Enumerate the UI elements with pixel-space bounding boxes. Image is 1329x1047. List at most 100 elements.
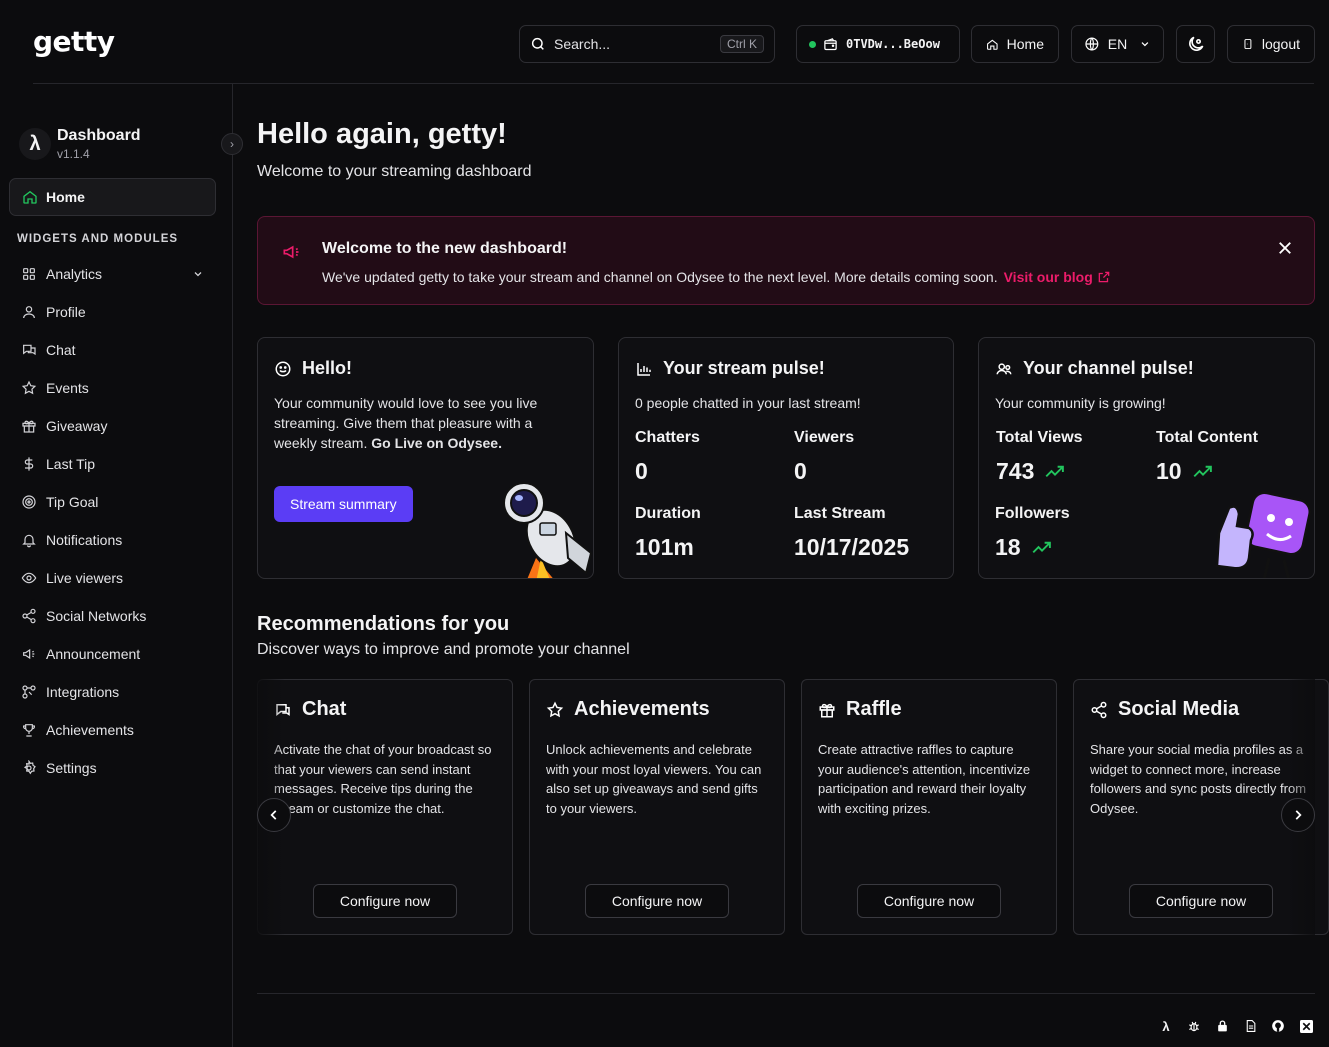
sidebar-item-home[interactable]: Home [9, 178, 216, 216]
carousel-next-button[interactable] [1281, 798, 1315, 832]
card-title: Raffle [846, 698, 902, 720]
search-button[interactable]: Search... Ctrl K [519, 25, 775, 63]
total-content-value: 10 [1156, 458, 1182, 484]
moon-sun-icon [1188, 36, 1203, 51]
card-description: Activate the chat of your broadcast so t… [274, 742, 492, 816]
sidebar-collapse-button[interactable]: › [221, 133, 243, 155]
blog-link[interactable]: Visit our blog [1004, 269, 1111, 285]
eye-icon [21, 572, 37, 584]
recommendation-card-achievements: Achievements Unlock achievements and cel… [529, 679, 785, 935]
viewers-label: Viewers [794, 429, 855, 446]
trend-up-icon [1045, 465, 1065, 477]
external-link-icon [1098, 271, 1109, 283]
stream-summary-button[interactable]: Stream summary [274, 486, 413, 522]
search-placeholder: Search... [554, 36, 611, 52]
duration-value: 101m [635, 534, 694, 560]
sidebar-brand: λ Dashboard v1.1.4 [19, 127, 141, 161]
gift-icon [22, 420, 36, 433]
sidebar-item-label: Chat [46, 342, 76, 358]
footer-divider [257, 993, 1315, 994]
github-icon[interactable] [1270, 1018, 1286, 1034]
sidebar: λ Dashboard v1.1.4 › Home WIDGETS AND MO… [0, 84, 243, 1047]
card-title: Social Media [1118, 698, 1240, 720]
configure-achievements-button[interactable]: Configure now [585, 884, 729, 918]
brand-title: Dashboard [57, 127, 141, 144]
sidebar-item-label: Integrations [46, 684, 120, 700]
sidebar-item-last-tip[interactable]: Last Tip [9, 445, 216, 483]
sidebar-item-profile[interactable]: Profile [9, 293, 216, 331]
configure-chat-button[interactable]: Configure now [313, 884, 457, 918]
sidebar-item-giveaway[interactable]: Giveaway [9, 407, 216, 445]
home-button[interactable]: Home [971, 25, 1059, 63]
wallet-button[interactable]: 0TVDw...BeOow [796, 25, 960, 63]
app-logo[interactable]: getty [33, 25, 115, 58]
card-title: Achievements [574, 698, 710, 720]
share-icon [1091, 701, 1107, 718]
configure-social-media-button[interactable]: Configure now [1129, 884, 1273, 918]
sidebar-item-social-networks[interactable]: Social Networks [9, 597, 216, 635]
stream-subtitle: 0 people chatted in your last stream! [635, 395, 861, 411]
chevron-left-icon [270, 810, 277, 820]
sidebar-item-live-viewers[interactable]: Live viewers [9, 559, 216, 597]
smile-icon [275, 361, 291, 376]
chevron-down-icon [1141, 42, 1149, 47]
sidebar-item-tip-goal[interactable]: Tip Goal [9, 483, 216, 521]
gift-icon [819, 703, 835, 717]
hello-card: Hello! Your community would love to see … [257, 337, 594, 579]
sidebar-item-settings[interactable]: Settings [9, 749, 216, 787]
recommendations-title: Recommendations for you [257, 613, 510, 635]
sidebar-item-label: Giveaway [46, 418, 108, 434]
chat-icon [23, 344, 36, 356]
lambda-icon[interactable]: λ [1158, 1018, 1174, 1034]
theme-toggle-button[interactable] [1176, 25, 1215, 63]
total-views-label: Total Views [996, 429, 1083, 446]
sidebar-item-analytics[interactable]: Analytics [9, 255, 216, 293]
logout-label: logout [1261, 36, 1300, 52]
total-content-label: Total Content [1156, 429, 1258, 446]
configure-raffle-button[interactable]: Configure now [857, 884, 1001, 918]
channel-pulse-card: Your channel pulse! Your community is gr… [978, 337, 1315, 579]
chatters-label: Chatters [635, 429, 700, 446]
grid-icon [23, 268, 35, 280]
bar-chart-icon [637, 362, 651, 376]
close-icon[interactable] [1276, 239, 1294, 257]
sidebar-item-events[interactable]: Events [9, 369, 216, 407]
sidebar-item-integrations[interactable]: Integrations [9, 673, 216, 711]
wallet-icon [824, 37, 837, 50]
hello-text: Your community would love to see you liv… [274, 395, 538, 451]
sidebar-item-chat[interactable]: Chat [9, 331, 216, 369]
globe-icon [1085, 37, 1099, 51]
sidebar-nav: Analytics Profile Chat Events Giveaway L… [9, 255, 216, 787]
sidebar-item-label: Social Networks [46, 608, 147, 624]
footer-links: λ [1158, 1018, 1314, 1034]
go-live-link[interactable]: Go Live on Odysee. [371, 435, 502, 451]
chevron-down-icon [194, 272, 202, 277]
bug-icon[interactable] [1186, 1018, 1202, 1034]
star-icon [21, 380, 37, 395]
last-stream-label: Last Stream [794, 505, 886, 522]
followers-stat: 18 [995, 534, 1053, 561]
sidebar-item-label: Last Tip [46, 456, 96, 472]
integrations-icon [22, 685, 36, 699]
megaphone-icon [23, 648, 35, 660]
sidebar-item-achievements[interactable]: Achievements [9, 711, 216, 749]
brand-version: v1.1.4 [57, 147, 90, 161]
language-selector[interactable]: EN [1071, 25, 1164, 63]
carousel-prev-button[interactable] [257, 798, 291, 832]
language-label: EN [1107, 36, 1128, 52]
home-button-label: Home [1006, 36, 1044, 52]
recommendation-card-chat: Chat Activate the chat of your broadcast… [257, 679, 513, 935]
sidebar-item-announcement[interactable]: Announcement [9, 635, 216, 673]
recommendation-card-raffle: Raffle Create attractive raffles to capt… [801, 679, 1057, 935]
document-icon[interactable] [1242, 1018, 1258, 1034]
lock-icon[interactable] [1214, 1018, 1230, 1034]
x-icon[interactable] [1298, 1018, 1314, 1034]
banner-title: Welcome to the new dashboard! [322, 240, 568, 257]
sidebar-item-notifications[interactable]: Notifications [9, 521, 216, 559]
star-icon [546, 701, 564, 717]
stream-pulse-card: Your stream pulse! 0 people chatted in y… [618, 337, 954, 579]
home-icon [987, 39, 998, 50]
logout-button[interactable]: logout [1227, 25, 1315, 63]
sidebar-item-label: Notifications [46, 532, 123, 548]
users-icon [996, 362, 1012, 374]
